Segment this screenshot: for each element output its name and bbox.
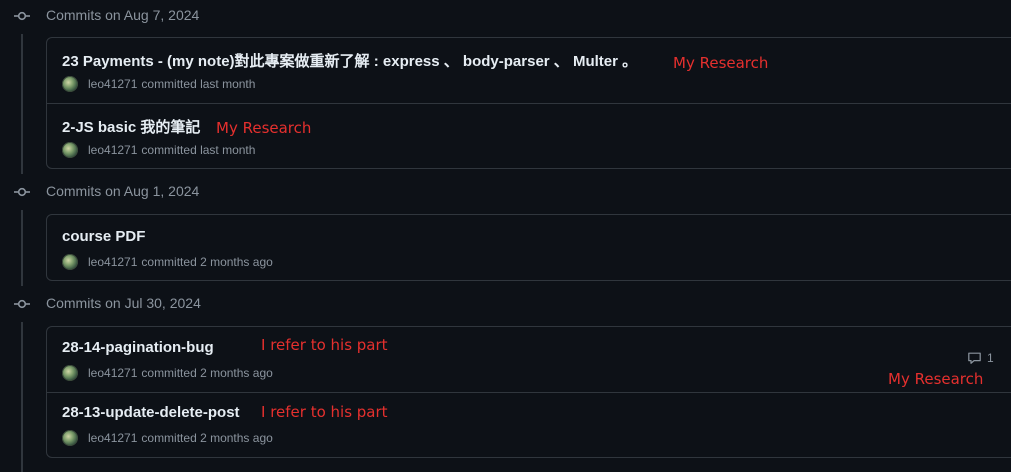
commit-row: 28-13-update-delete-post I refer to his …: [47, 393, 1011, 459]
git-commit-icon: [14, 187, 30, 197]
commit-meta: leo41271 committed 2 months ago: [62, 364, 273, 382]
commit-group-date: Commits on Aug 7, 2024: [46, 7, 200, 23]
commit-list-box: 28-14-pagination-bug I refer to his part…: [46, 326, 1011, 458]
author-link[interactable]: leo41271: [88, 143, 137, 157]
comment-icon: [968, 352, 981, 364]
annotation-note: I refer to his part: [261, 336, 388, 354]
timeline-line: [21, 34, 23, 174]
author-link[interactable]: leo41271: [88, 366, 137, 380]
commit-list-box: 23 Payments - (my note)對此專案做重新了解 : expre…: [46, 37, 1011, 169]
commit-row: 23 Payments - (my note)對此專案做重新了解 : expre…: [47, 38, 1011, 104]
commit-group-header: Commits on Aug 7, 2024: [0, 6, 400, 26]
avatar[interactable]: [62, 142, 78, 158]
commit-time: committed 2 months ago: [141, 431, 273, 445]
commit-time: committed 2 months ago: [141, 255, 273, 269]
commit-message-link[interactable]: 23 Payments - (my note)對此專案做重新了解 : expre…: [62, 50, 637, 71]
commit-group-date: Commits on Jul 30, 2024: [46, 295, 201, 311]
annotation-note: I refer to his part: [261, 403, 388, 421]
commit-time: committed last month: [141, 143, 256, 157]
avatar[interactable]: [62, 430, 78, 446]
commit-group-header: Commits on Jul 30, 2024: [0, 294, 400, 314]
commit-group-header: Commits on Aug 1, 2024: [0, 182, 400, 202]
commit-message-link[interactable]: course PDF: [62, 228, 145, 245]
timeline-line: [21, 322, 23, 472]
commit-meta: leo41271 committed last month: [62, 141, 255, 159]
commit-row: 2-JS basic 我的筆記 My Research leo41271 com…: [47, 104, 1011, 170]
commit-time: committed 2 months ago: [141, 366, 273, 380]
avatar[interactable]: [62, 254, 78, 270]
commit-group-date: Commits on Aug 1, 2024: [46, 183, 200, 199]
commit-message-link[interactable]: 2-JS basic 我的筆記: [62, 116, 200, 137]
commit-meta: leo41271 committed last month: [62, 75, 255, 93]
avatar[interactable]: [62, 76, 78, 92]
annotation-note: My Research: [216, 119, 312, 137]
commit-row: 28-14-pagination-bug I refer to his part…: [47, 327, 1011, 392]
git-commit-icon: [14, 11, 30, 21]
annotation-note: My Research: [888, 370, 984, 388]
timeline-line: [21, 210, 23, 286]
annotation-note: My Research: [673, 54, 769, 72]
commit-meta: leo41271 committed 2 months ago: [62, 253, 273, 271]
commit-list-box: course PDF leo41271 committed 2 months a…: [46, 214, 1011, 281]
avatar[interactable]: [62, 365, 78, 381]
comment-count-link[interactable]: 1: [967, 351, 994, 365]
commit-history: Commits on Aug 7, 2024 23 Payments - (my…: [0, 0, 1011, 472]
commit-row: course PDF leo41271 committed 2 months a…: [47, 215, 1011, 282]
author-link[interactable]: leo41271: [88, 255, 137, 269]
git-commit-icon: [14, 299, 30, 309]
commit-message-link[interactable]: 28-13-update-delete-post: [62, 404, 240, 421]
comment-count: 1: [987, 351, 994, 365]
commit-message-link[interactable]: 28-14-pagination-bug: [62, 339, 214, 356]
author-link[interactable]: leo41271: [88, 431, 137, 445]
commit-time: committed last month: [141, 77, 256, 91]
author-link[interactable]: leo41271: [88, 77, 137, 91]
commit-meta: leo41271 committed 2 months ago: [62, 429, 273, 447]
